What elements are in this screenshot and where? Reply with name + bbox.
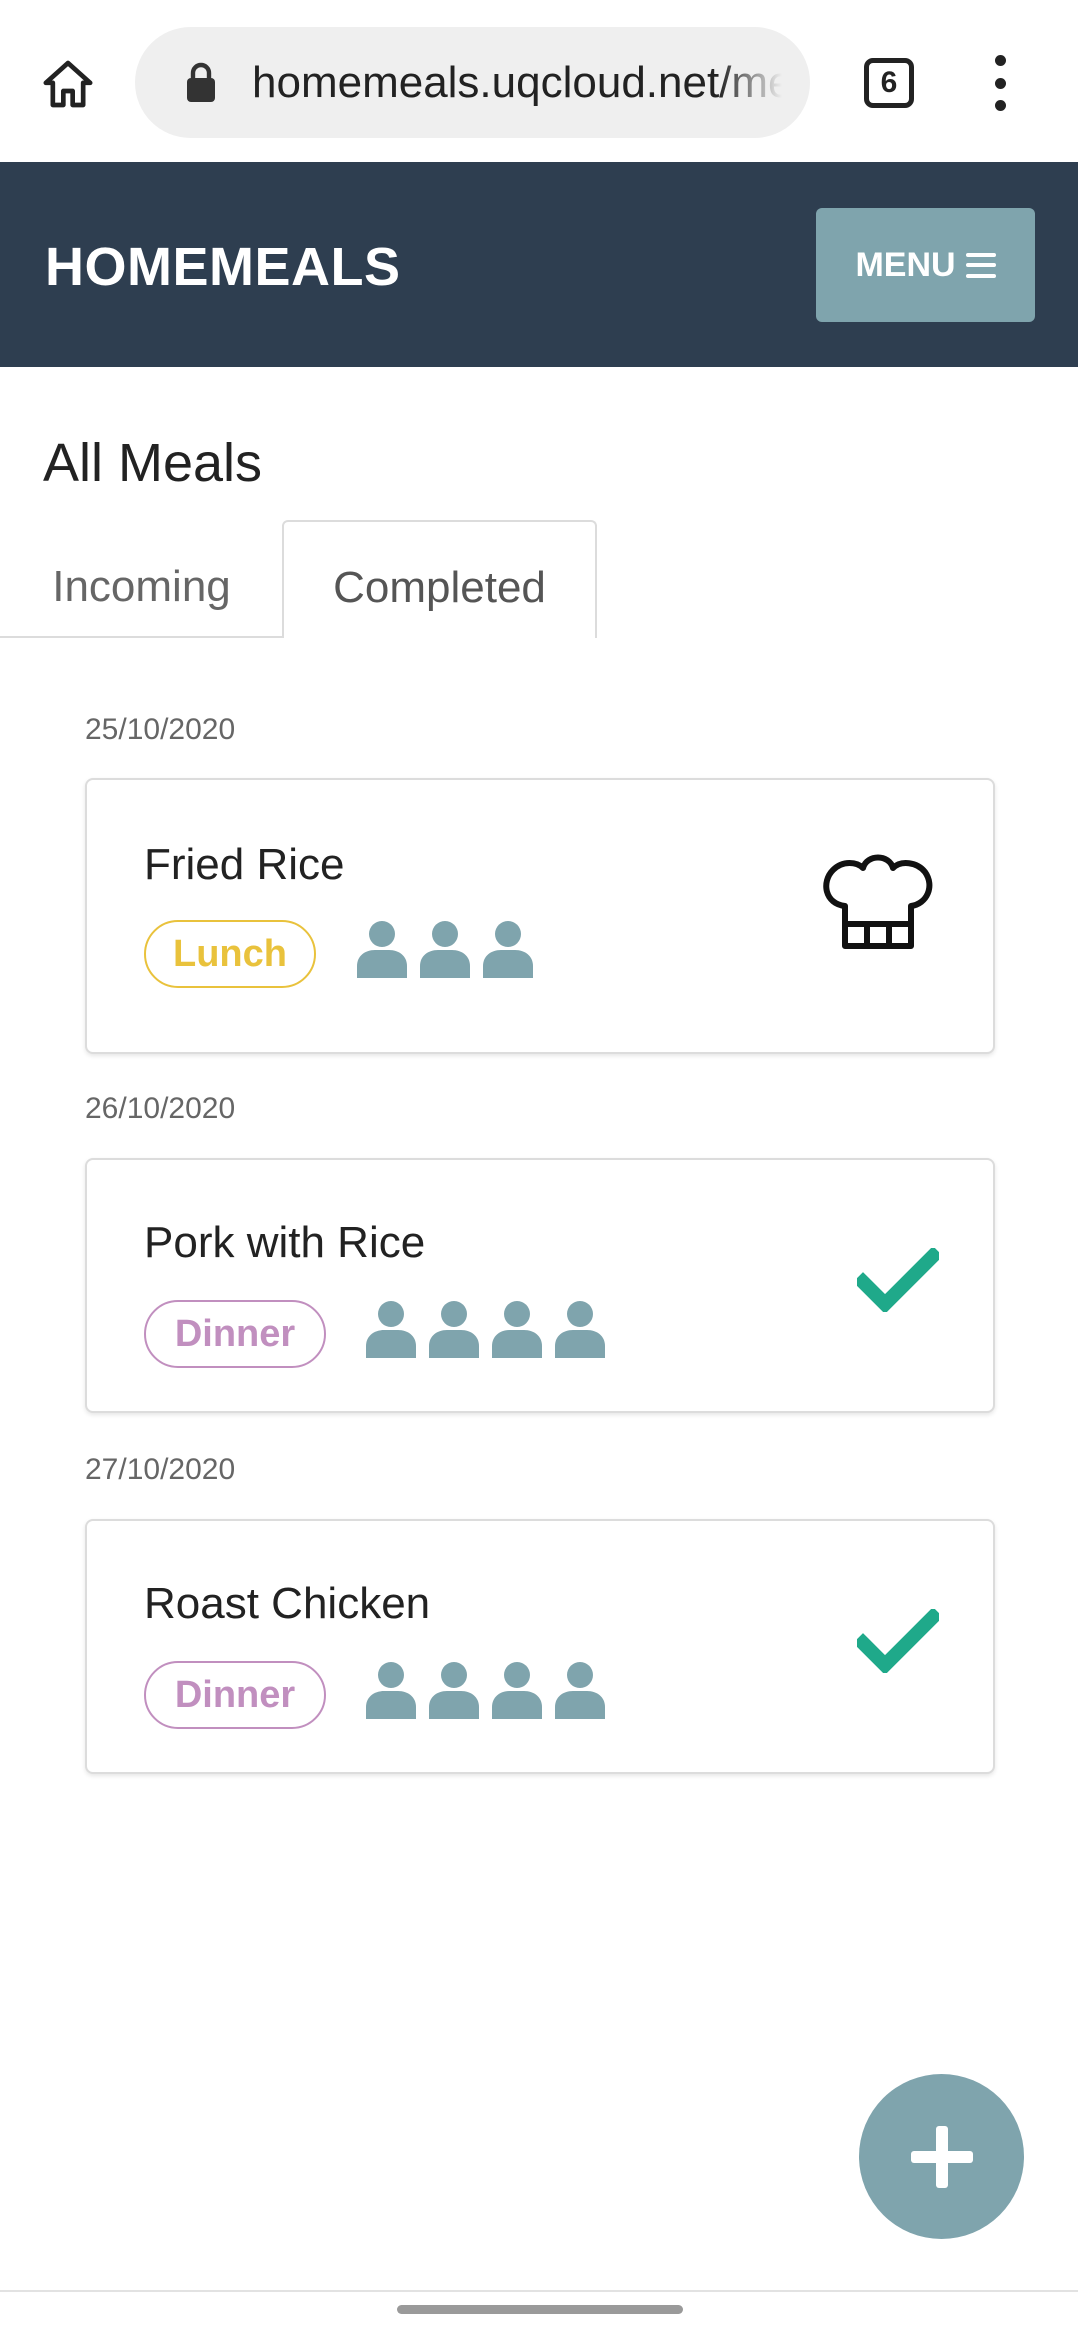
meal-type-badge: Dinner <box>144 1300 326 1368</box>
address-bar[interactable]: homemeals.uqcloud.net/meals <box>135 27 810 138</box>
hamburger-icon <box>965 252 996 278</box>
menu-button[interactable]: MENU <box>816 208 1035 322</box>
servings-indicator <box>357 918 533 978</box>
meal-card[interactable]: Roast Chicken Dinner <box>85 1519 995 1774</box>
meal-name: Fried Rice <box>144 840 345 889</box>
person-icon <box>429 1301 479 1358</box>
meal-type-badge: Lunch <box>144 920 316 988</box>
person-icon <box>357 921 407 978</box>
meal-date: 26/10/2020 <box>85 1092 236 1125</box>
person-icon <box>483 921 533 978</box>
person-icon <box>492 1662 542 1719</box>
brand-logo[interactable]: HOMEMEALS <box>45 236 401 298</box>
tab-incoming[interactable]: Incoming <box>0 520 283 638</box>
meal-tabs: Incoming Completed <box>0 520 1078 638</box>
meal-date: 27/10/2020 <box>85 1453 236 1486</box>
check-icon <box>857 1609 939 1673</box>
meal-card[interactable]: Pork with Rice Dinner <box>85 1158 995 1413</box>
meal-type-badge: Dinner <box>144 1661 326 1729</box>
person-icon <box>555 1662 605 1719</box>
url-text[interactable]: homemeals.uqcloud.net/meals <box>252 58 782 108</box>
person-icon <box>366 1662 416 1719</box>
gesture-navigation-bar[interactable] <box>397 2305 683 2314</box>
person-icon <box>366 1301 416 1358</box>
more-vert-icon[interactable] <box>990 55 1010 111</box>
home-icon[interactable] <box>38 54 98 114</box>
add-meal-button[interactable] <box>859 2074 1024 2239</box>
tab-switcher-button[interactable]: 6 <box>864 58 914 108</box>
meal-card[interactable]: Fried Rice Lunch <box>85 778 995 1054</box>
meal-date: 25/10/2020 <box>85 713 236 746</box>
bottom-divider <box>0 2290 1078 2292</box>
person-icon <box>555 1301 605 1358</box>
lock-icon <box>183 61 219 105</box>
person-icon <box>429 1662 479 1719</box>
app-header: HOMEMEALS MENU <box>0 162 1078 367</box>
plus-icon <box>910 2125 973 2188</box>
browser-toolbar: homemeals.uqcloud.net/meals 6 <box>0 0 1078 162</box>
chef-hat-icon[interactable] <box>817 842 939 952</box>
servings-indicator <box>366 1659 605 1719</box>
page-title: All Meals <box>43 433 263 493</box>
person-icon <box>492 1301 542 1358</box>
meal-name: Pork with Rice <box>144 1218 426 1267</box>
person-icon <box>420 921 470 978</box>
tab-completed[interactable]: Completed <box>282 520 597 638</box>
servings-indicator <box>366 1298 605 1358</box>
menu-button-label: MENU <box>855 245 956 284</box>
meal-name: Roast Chicken <box>144 1579 431 1628</box>
check-icon <box>857 1248 939 1312</box>
